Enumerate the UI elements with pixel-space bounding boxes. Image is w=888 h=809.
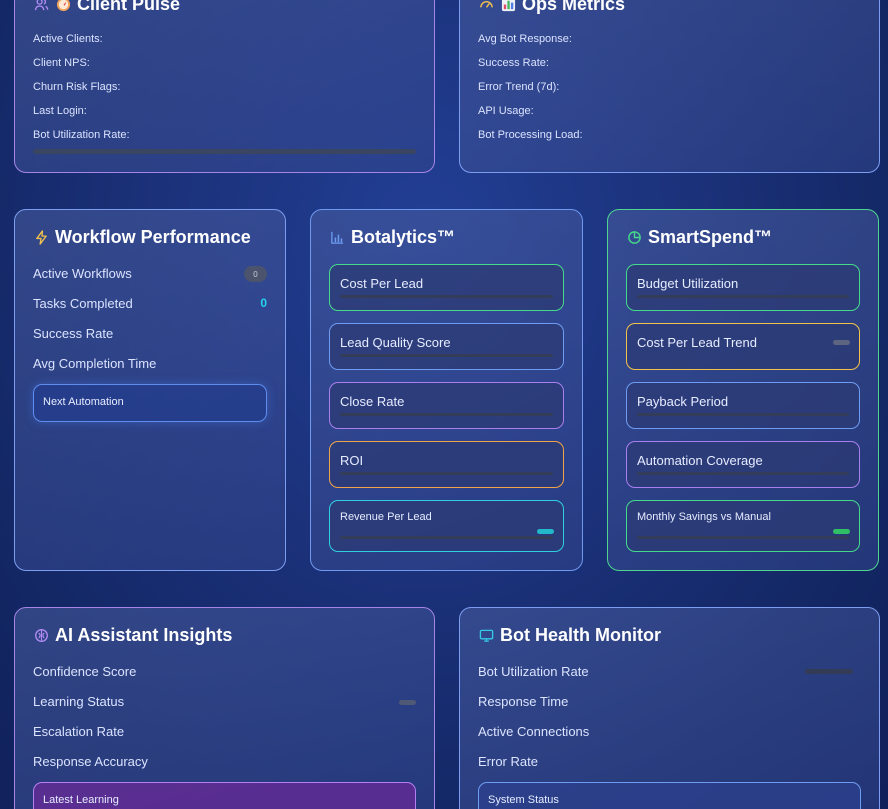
monitor-icon — [478, 628, 494, 644]
client-nps-label: Client NPS: — [33, 57, 90, 69]
avg-bot-response-label: Avg Bot Response: — [478, 33, 572, 45]
bot-health-card: Bot Health Monitor Bot Utilization Rate … — [459, 607, 880, 809]
next-automation-box[interactable]: Next Automation — [33, 384, 267, 422]
escalation-rate-label: Escalation Rate — [33, 724, 125, 739]
cost-per-lead-trend-pill — [833, 340, 850, 345]
workflow-performance-card: Workflow Performance Active Workflows 0 … — [14, 209, 286, 571]
active-connections-label: Active Connections — [478, 724, 590, 739]
botalytics-title: Botalytics™ — [329, 227, 455, 248]
automation-coverage-card[interactable]: Automation Coverage — [626, 441, 860, 488]
bot-processing-load-label: Bot Processing Load: — [478, 129, 583, 141]
cost-per-lead-label: Cost Per Lead — [340, 276, 424, 291]
ai-insights-card: AI Assistant Insights Confidence Score L… — [14, 607, 435, 809]
bot-utilization-label: Bot Utilization Rate: — [33, 129, 130, 141]
success-rate-label: Success Rate: — [478, 57, 549, 69]
error-trend-label: Error Trend (7d): — [478, 81, 560, 93]
revenue-per-lead-card[interactable]: Revenue Per Lead — [329, 500, 564, 552]
bar-chart-emoji-icon — [500, 0, 516, 13]
client-pulse-card: Client Pulse Active Clients: Client NPS:… — [14, 0, 435, 173]
cost-per-lead-trend-label: Cost Per Lead Trend — [637, 335, 757, 350]
users-icon — [33, 0, 49, 13]
monthly-savings-label: Monthly Savings vs Manual — [637, 511, 771, 523]
lead-quality-score-card[interactable]: Lead Quality Score — [329, 323, 564, 370]
budget-utilization-bar — [637, 295, 849, 298]
roi-bar — [340, 472, 553, 475]
response-time-label: Response Time — [478, 694, 569, 709]
success-rate-label: Success Rate — [33, 326, 114, 341]
smartspend-title: SmartSpend™ — [626, 227, 772, 248]
bot-utilization-bar — [33, 149, 416, 154]
learning-status-pill — [399, 700, 416, 705]
cost-per-lead-card[interactable]: Cost Per Lead — [329, 264, 564, 311]
lead-quality-score-label: Lead Quality Score — [340, 335, 451, 350]
tasks-completed-label: Tasks Completed — [33, 296, 133, 311]
lightning-icon — [33, 230, 49, 246]
ops-metrics-title: Ops Metrics — [478, 0, 625, 15]
cost-per-lead-bar — [340, 295, 553, 298]
lead-quality-score-bar — [340, 354, 553, 357]
close-rate-bar — [340, 413, 553, 416]
ai-insights-title: AI Assistant Insights — [33, 625, 232, 646]
confidence-score-label: Confidence Score — [33, 664, 137, 679]
revenue-per-lead-label: Revenue Per Lead — [340, 511, 432, 523]
botalytics-title-text: Botalytics™ — [351, 227, 456, 247]
automation-coverage-label: Automation Coverage — [637, 453, 763, 468]
monthly-savings-card[interactable]: Monthly Savings vs Manual — [626, 500, 860, 552]
monthly-savings-pill — [833, 529, 850, 534]
ops-metrics-title-text: Ops Metrics — [522, 0, 626, 14]
close-rate-label: Close Rate — [340, 394, 405, 409]
botalytics-card: Botalytics™ Cost Per Lead Lead Quality S… — [310, 209, 583, 571]
cost-per-lead-trend-card[interactable]: Cost Per Lead Trend — [626, 323, 860, 370]
monthly-savings-bar — [637, 536, 849, 539]
active-workflows-label: Active Workflows — [33, 266, 132, 281]
payback-period-card[interactable]: Payback Period — [626, 382, 860, 429]
gauge-icon — [478, 0, 494, 13]
system-status-box[interactable]: System Status — [478, 782, 861, 809]
bot-health-title-text: Bot Health Monitor — [500, 625, 661, 645]
brain-icon — [33, 628, 49, 644]
bot-health-title: Bot Health Monitor — [478, 625, 661, 646]
active-clients-label: Active Clients: — [33, 33, 103, 45]
client-pulse-title: Client Pulse — [33, 0, 180, 15]
automation-coverage-bar — [637, 472, 849, 475]
roi-label: ROI — [340, 453, 364, 468]
roi-card[interactable]: ROI — [329, 441, 564, 488]
revenue-per-lead-pill — [537, 529, 554, 534]
latest-learning-label: Latest Learning — [43, 794, 119, 806]
smartspend-title-text: SmartSpend™ — [648, 227, 773, 247]
learning-status-label: Learning Status — [33, 694, 125, 709]
latest-learning-box[interactable]: Latest Learning — [33, 782, 416, 809]
tasks-completed-value: 0 — [260, 296, 267, 310]
payback-period-bar — [637, 413, 849, 416]
avg-completion-time-label: Avg Completion Time — [33, 356, 157, 371]
workflow-title-text: Workflow Performance — [55, 227, 251, 247]
active-workflows-badge: 0 — [244, 266, 267, 282]
response-accuracy-label: Response Accuracy — [33, 754, 148, 769]
payback-period-label: Payback Period — [637, 394, 729, 409]
compass-emoji-icon — [55, 0, 71, 13]
bot-utilization-rate-bar — [805, 669, 853, 674]
workflow-title: Workflow Performance — [33, 227, 251, 248]
revenue-per-lead-bar — [340, 536, 553, 539]
close-rate-card[interactable]: Close Rate — [329, 382, 564, 429]
client-pulse-title-text: Client Pulse — [77, 0, 181, 14]
system-status-label: System Status — [488, 794, 559, 806]
pie-chart-icon — [626, 230, 642, 246]
last-login-label: Last Login: — [33, 105, 87, 117]
ai-insights-title-text: AI Assistant Insights — [55, 625, 233, 645]
budget-utilization-label: Budget Utilization — [637, 276, 739, 291]
smartspend-card: SmartSpend™ Budget Utilization Cost Per … — [607, 209, 879, 571]
bar-chart-icon — [329, 230, 345, 246]
error-rate-label: Error Rate — [478, 754, 538, 769]
budget-utilization-card[interactable]: Budget Utilization — [626, 264, 860, 311]
bot-utilization-rate-label: Bot Utilization Rate — [478, 664, 589, 679]
api-usage-label: API Usage: — [478, 105, 534, 117]
churn-risk-label: Churn Risk Flags: — [33, 81, 121, 93]
next-automation-label: Next Automation — [43, 396, 124, 408]
ops-metrics-card: Ops Metrics Avg Bot Response: Success Ra… — [459, 0, 880, 173]
